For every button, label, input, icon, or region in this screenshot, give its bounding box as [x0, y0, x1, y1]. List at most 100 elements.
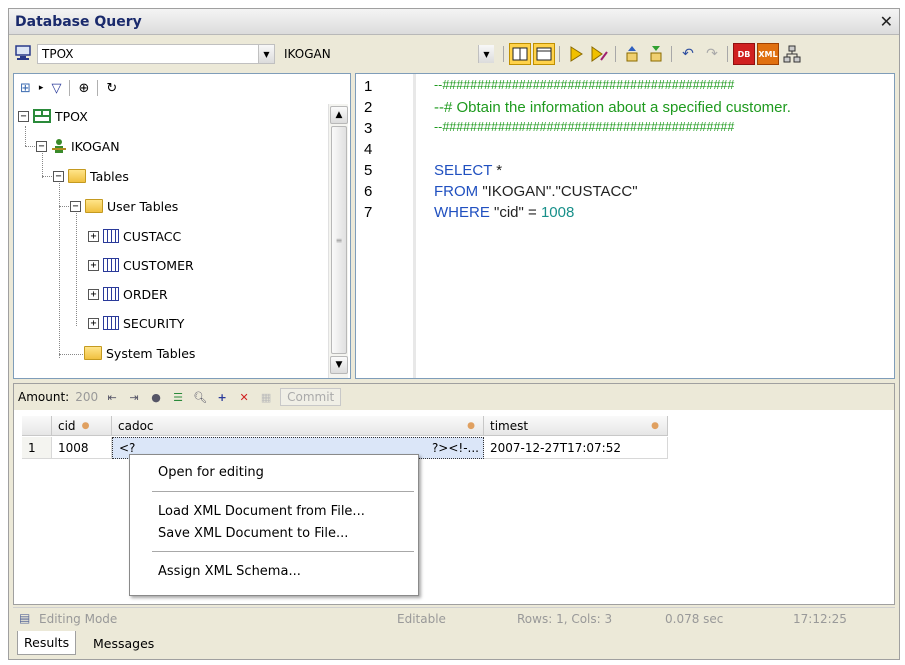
locate-icon[interactable]: ⊕ [78, 81, 89, 96]
chevron-down-icon[interactable]: ▼ [330, 356, 348, 374]
toolbar-separator [727, 46, 728, 62]
scrollbar-thumb[interactable]: ≡ [331, 126, 347, 354]
table-icon [103, 258, 119, 272]
close-icon[interactable]: ✕ [880, 12, 893, 31]
chevron-down-icon[interactable]: ▼ [258, 45, 274, 63]
collapse-icon[interactable]: − [18, 110, 29, 122]
menu-item-assign-xml-schema[interactable]: Assign XML Schema... [158, 561, 301, 581]
object-tree: − TPOX − IKOGAN − Tables − User Tables + [14, 104, 326, 378]
table-icon [103, 229, 119, 243]
schema-combo[interactable]: IKOGAN ▼ [279, 44, 495, 64]
schema-combo-value: IKOGAN [284, 47, 331, 61]
cell-cid[interactable]: 1008 [52, 437, 112, 459]
sort-dot-icon: ● [81, 420, 90, 431]
expand-icon[interactable]: + [88, 259, 99, 271]
db-clear-icon[interactable]: DB [733, 43, 755, 65]
chevron-up-icon[interactable]: ▲ [330, 106, 348, 124]
code-line-2: --# Obtain the information about a speci… [434, 99, 791, 116]
tree-node-label: ORDER [123, 286, 168, 302]
run-icon[interactable] [565, 43, 587, 65]
status-rows-cols: Rows: 1, Cols: 3 [517, 612, 613, 626]
menu-item-open-for-editing[interactable]: Open for editing [158, 462, 264, 482]
tree-node-label: System Tables [106, 345, 196, 361]
line-number: 3 [364, 120, 373, 137]
tree-node-custacc[interactable]: + CUSTACC [88, 225, 181, 247]
tree-node-tpox[interactable]: − TPOX [18, 105, 88, 127]
xml-icon[interactable]: XML [757, 43, 779, 65]
tree-node-tables[interactable]: − Tables [53, 165, 129, 187]
network-icon[interactable] [781, 43, 803, 65]
menu-item-load-xml[interactable]: Load XML Document from File... [158, 501, 365, 521]
column-header-cid[interactable]: cid ● [52, 416, 112, 436]
folder-icon [85, 199, 103, 213]
code-line-5: SELECT * [434, 162, 503, 179]
tree-node-label: TPOX [55, 108, 88, 124]
column-header-cadoc[interactable]: cadoc ● [112, 416, 484, 436]
editing-mode-icon: ▤ [19, 611, 31, 625]
tree-toolbar: ⊞ ▸ ▽ ⊕ ↻ [14, 74, 350, 102]
sort-dot-icon: ● [651, 420, 659, 431]
status-mode: Editing Mode [39, 612, 118, 626]
chevron-down-icon[interactable]: ▼ [478, 45, 494, 63]
line-number: 4 [364, 141, 373, 158]
refresh-icon[interactable]: ↻ [106, 81, 117, 96]
tree-node-security[interactable]: + SECURITY [88, 312, 184, 334]
tree-scrollbar[interactable]: ▲ ≡ ▼ [328, 104, 348, 378]
code-line-6: FROM "IKOGAN"."CUSTACC" [434, 183, 638, 200]
column-header-timest[interactable]: timest ● [484, 416, 668, 436]
filter-icon[interactable]: ▽ [51, 81, 61, 96]
grid-icon[interactable]: ▦ [258, 389, 274, 405]
tree-node-label: Tables [90, 168, 129, 184]
collapse-icon[interactable]: − [36, 140, 47, 152]
database-connection-icon [15, 45, 31, 60]
expand-icon[interactable]: + [88, 230, 99, 242]
align-icon[interactable]: ☰ [170, 389, 186, 405]
tree-node-ikogan[interactable]: − IKOGAN [36, 135, 120, 157]
tree-node-customer[interactable]: + CUSTOMER [88, 254, 194, 276]
row-number[interactable]: 1 [22, 437, 52, 459]
expand-icon[interactable]: + [88, 317, 99, 329]
toolbar-separator [671, 46, 672, 62]
search-icon[interactable]: 🔍︎ [192, 389, 208, 405]
play-small-icon[interactable]: ▸ [39, 83, 44, 93]
tab-messages[interactable]: Messages [87, 631, 160, 655]
redo-icon[interactable]: ↷ [701, 43, 723, 65]
add-row-icon[interactable]: + [214, 389, 230, 405]
layout-split-icon[interactable] [509, 43, 531, 65]
tree-node-system-tables[interactable]: System Tables [84, 342, 195, 364]
stop-icon[interactable]: ● [148, 389, 164, 405]
first-record-icon[interactable]: ⇤ [104, 389, 120, 405]
menu-item-save-xml[interactable]: Save XML Document to File... [158, 523, 348, 543]
commit-button[interactable]: Commit [280, 388, 342, 406]
toolbar-separator [503, 46, 504, 62]
table-icon [103, 316, 119, 330]
collapse-icon[interactable]: − [53, 170, 64, 182]
export-icon[interactable] [621, 43, 643, 65]
tree-node-label: SECURITY [123, 315, 185, 331]
undo-icon[interactable]: ↶ [677, 43, 699, 65]
delete-row-icon[interactable]: ✕ [236, 389, 252, 405]
tab-results[interactable]: Results [17, 631, 77, 655]
database-combo-value: TPOX [42, 47, 74, 61]
code-line-1: --######################################… [434, 78, 735, 92]
layout-tabs-icon[interactable] [533, 43, 555, 65]
tree-node-label: CUSTACC [123, 228, 182, 244]
row-header-corner [22, 416, 52, 436]
tree-node-user-tables[interactable]: − User Tables [70, 195, 178, 217]
collapse-icon[interactable]: − [70, 200, 81, 212]
tree-node-order[interactable]: + ORDER [88, 283, 168, 305]
menu-separator [152, 491, 414, 492]
line-number: 5 [364, 162, 373, 179]
sql-editor[interactable]: 1 2 3 4 5 6 7 --########################… [355, 73, 895, 379]
status-editable: Editable [397, 612, 446, 626]
amount-value[interactable]: 200 [75, 390, 98, 404]
main-toolbar: TPOX ▼ IKOGAN ▼ ↶ ↷ DB XML [9, 36, 899, 72]
add-node-icon[interactable]: ⊞ [20, 81, 31, 96]
expand-icon[interactable]: + [88, 288, 99, 300]
import-icon[interactable] [645, 43, 667, 65]
database-combo[interactable]: TPOX ▼ [37, 44, 275, 64]
results-toolbar: Amount: 200 ⇤ ⇥ ● ☰ 🔍︎ + ✕ ▦ Commit [14, 384, 894, 410]
run-step-icon[interactable] [589, 43, 611, 65]
cell-timest[interactable]: 2007-12-27T17:07:52 [484, 437, 668, 459]
last-record-icon[interactable]: ⇥ [126, 389, 142, 405]
